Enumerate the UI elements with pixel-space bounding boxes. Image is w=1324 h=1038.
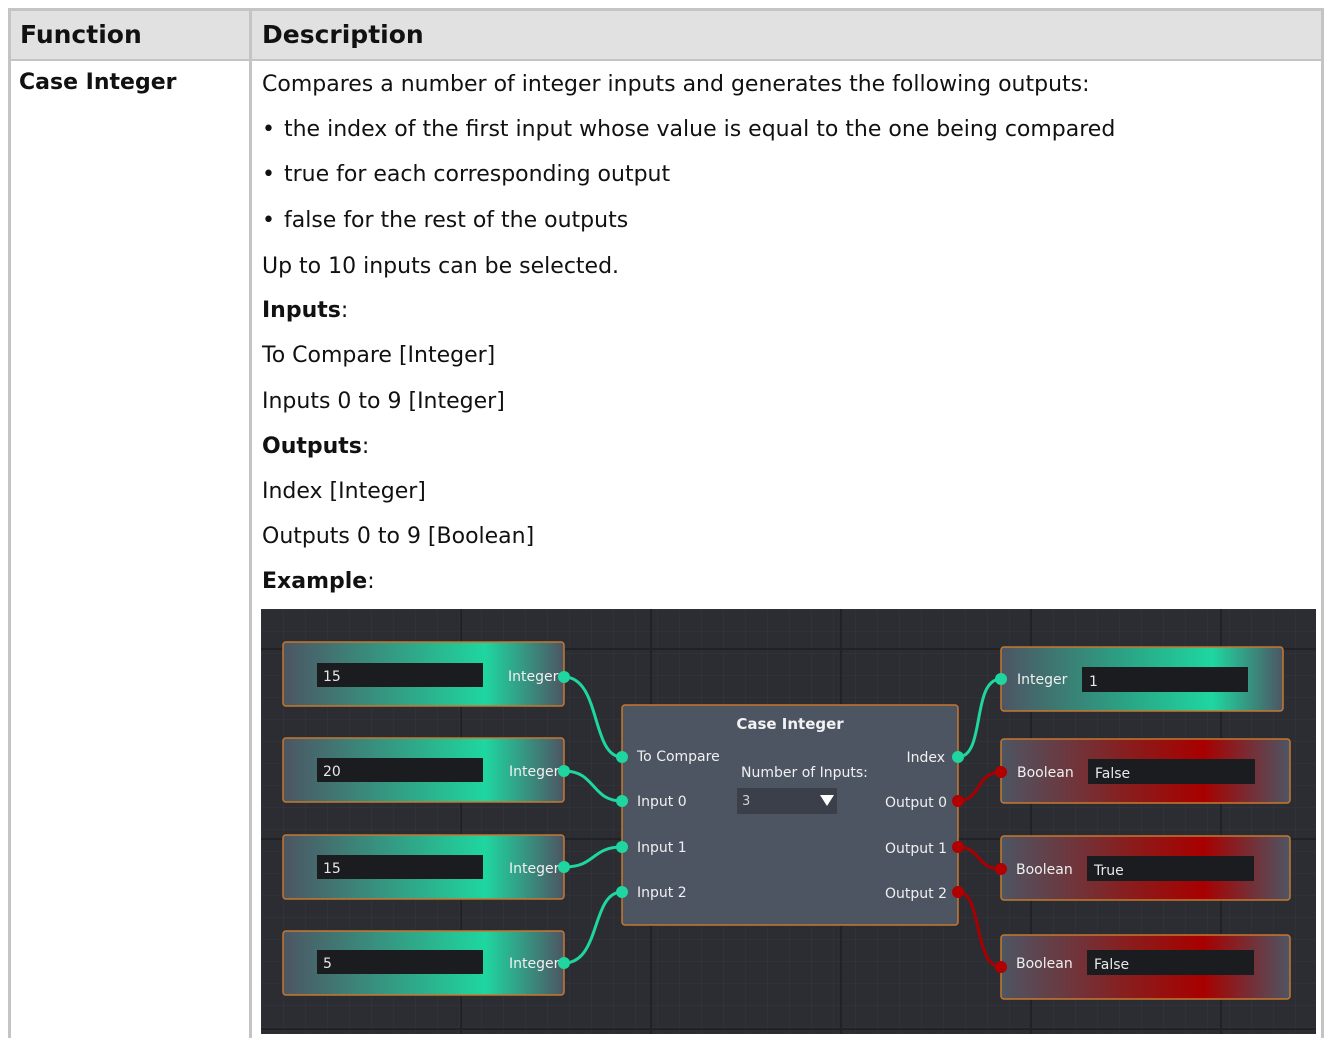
port-label: Boolean	[1016, 862, 1073, 878]
value-field[interactable]	[317, 758, 483, 782]
node-graph-canvas: 15 Integer 20 Integer 15 Integer 5 Integ…	[261, 609, 1316, 1034]
output-port[interactable]	[558, 861, 570, 873]
index-output-node[interactable]: Integer 1	[995, 646, 1284, 712]
value-text: 1	[1089, 674, 1098, 690]
boolean-output-node[interactable]: Boolean False	[995, 934, 1291, 1000]
output-port[interactable]	[558, 957, 570, 969]
input-port[interactable]	[616, 841, 628, 853]
value-text: False	[1095, 766, 1130, 782]
function-name: Case Integer	[19, 70, 177, 95]
value-text: 20	[323, 764, 341, 780]
value-text: True	[1093, 863, 1124, 879]
example-heading: Example:	[262, 569, 375, 594]
port-label: Integer	[509, 956, 560, 972]
port-label: Index	[906, 750, 945, 766]
input-node[interactable]: 15 Integer	[282, 834, 570, 900]
output-port[interactable]	[558, 765, 570, 777]
port-label: To Compare	[636, 749, 720, 765]
input-port[interactable]	[995, 961, 1007, 973]
header-description: Description	[262, 20, 424, 49]
boolean-output-node[interactable]: Boolean True	[995, 835, 1291, 901]
bullet-item: false for the rest of the outputs	[262, 208, 628, 233]
port-label: Integer	[1017, 672, 1068, 688]
input-node[interactable]: 5 Integer	[282, 930, 570, 996]
port-label: Output 0	[885, 795, 947, 811]
input-port[interactable]	[616, 795, 628, 807]
value-text: False	[1094, 957, 1129, 973]
value-text: 15	[323, 669, 341, 685]
outputs-heading: Outputs:	[262, 434, 370, 459]
value-field[interactable]	[317, 855, 483, 879]
port-label: Boolean	[1016, 956, 1073, 972]
value-text: 5	[323, 956, 332, 972]
input-port[interactable]	[616, 886, 628, 898]
output-port[interactable]	[558, 671, 570, 683]
inputs-heading: Inputs:	[262, 298, 349, 323]
table-header-divider	[8, 59, 1324, 61]
port-label: Input 0	[637, 794, 687, 810]
output-port[interactable]	[952, 841, 964, 853]
output-port[interactable]	[952, 886, 964, 898]
port-label: Integer	[508, 669, 559, 685]
value-text: 15	[323, 861, 341, 877]
input-port[interactable]	[995, 863, 1007, 875]
input-port[interactable]	[616, 751, 628, 763]
number-of-inputs-dropdown[interactable]: 3	[737, 788, 837, 814]
input-spec: To Compare [Integer]	[262, 343, 496, 368]
example-node-graph: 15 Integer 20 Integer 15 Integer 5 Integ…	[261, 609, 1316, 1034]
output-spec: Outputs 0 to 9 [Boolean]	[262, 524, 535, 549]
output-spec: Index [Integer]	[262, 479, 426, 504]
bullet-item: true for each corresponding output	[262, 162, 670, 187]
case-integer-node[interactable]: Case Integer To Compare Input 0 Input 1 …	[616, 704, 964, 926]
table-border-left	[8, 8, 11, 1038]
port-label: Output 1	[885, 841, 947, 857]
boolean-output-node[interactable]: Boolean False	[995, 738, 1291, 804]
port-label: Input 1	[637, 840, 687, 856]
node-title: Case Integer	[736, 715, 844, 733]
port-label: Integer	[509, 764, 560, 780]
value-field[interactable]	[317, 950, 483, 974]
output-port[interactable]	[952, 795, 964, 807]
header-function: Function	[20, 20, 142, 49]
dropdown-value: 3	[742, 794, 750, 809]
input-port[interactable]	[995, 766, 1007, 778]
table-column-divider	[249, 8, 252, 1038]
value-field[interactable]	[1082, 667, 1248, 692]
bullet-item: the index of the first input whose value…	[262, 117, 1115, 142]
input-spec: Inputs 0 to 9 [Integer]	[262, 389, 505, 414]
table-border-top	[8, 8, 1324, 11]
number-of-inputs-label: Number of Inputs:	[741, 765, 868, 781]
input-port[interactable]	[995, 673, 1007, 685]
description-intro: Compares a number of integer inputs and …	[262, 72, 1090, 97]
port-label: Output 2	[885, 886, 947, 902]
port-label: Integer	[509, 861, 560, 877]
port-label: Input 2	[637, 885, 687, 901]
output-port[interactable]	[952, 751, 964, 763]
input-node[interactable]: 20 Integer	[282, 737, 570, 803]
input-node[interactable]: 15 Integer	[282, 641, 570, 707]
table-header-row: Function Description	[8, 8, 1324, 60]
port-label: Boolean	[1017, 765, 1074, 781]
description-note: Up to 10 inputs can be selected.	[262, 254, 620, 279]
value-field[interactable]	[317, 663, 483, 687]
